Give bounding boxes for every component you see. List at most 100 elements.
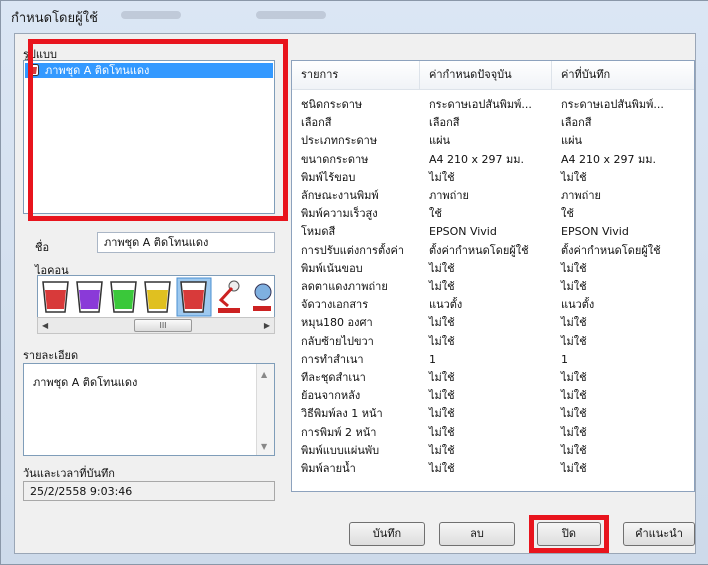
details-textarea[interactable]: ภาพชุด A ติดโทนแดง ▲ ▼ [23,363,275,456]
scroll-left-icon[interactable]: ◀ [42,321,48,330]
highlight-frame-format [28,39,288,221]
icon-scrollbar[interactable]: ◀ III ▶ [37,317,275,334]
row-saved-value: ไม่ใช้ [561,316,587,330]
row-current-value: ไม่ใช้ [429,334,455,348]
row-current-value: EPSON Vivid [429,225,497,239]
row-item-name: การปรับแต่งการตั้งค่า [301,243,405,257]
scroll-right-icon[interactable]: ▶ [264,321,270,330]
row-current-value: ไม่ใช้ [429,425,455,439]
name-label: ชื่อ [35,241,50,254]
scroll-down-icon[interactable]: ▼ [261,442,267,451]
row-saved-value: ตั้งค่ากำหนดโดยผู้ใช้ [561,243,661,257]
scroll-up-icon[interactable]: ▲ [261,370,267,379]
row-current-value: ไม่ใช้ [429,462,455,475]
row-saved-value: ไม่ใช้ [561,389,587,403]
column-header-item[interactable]: รายการ [292,61,420,89]
row-current-value: ตั้งค่ากำหนดโดยผู้ใช้ [429,243,529,257]
row-saved-value: ภาพถ่าย [561,189,601,202]
row-item-name: การทำสำเนา [301,352,364,366]
table-header: รายการ ค่ากำหนดปัจจุบัน ค่าที่บันทึก [292,61,694,90]
table-row: การปรับแต่งการตั้งค่า ตั้งค่ากำหนดโดยผู้ใ… [292,243,694,259]
row-item-name: โหมดสี [301,225,336,239]
row-item-name: พิมพ์ลายน้ำ [301,462,356,475]
row-item-name: ย้อนจากหลัง [301,389,361,403]
delete-button[interactable]: ลบ [439,522,515,546]
row-current-value: ไม่ใช้ [429,443,455,457]
row-item-name: พิมพ์เน้นขอบ [301,261,363,275]
row-saved-value: 1 [561,352,568,366]
table-row: หมุน180 องศา ไม่ใช้ ไม่ใช้ [292,315,694,331]
scroll-thumb[interactable]: III [134,319,192,332]
row-saved-value: EPSON Vivid [561,225,629,239]
row-saved-value: ใช้ [561,207,574,221]
row-saved-value: ไม่ใช้ [561,462,587,475]
table-row: จัดวางเอกสาร แนวตั้ง แนวตั้ง [292,297,694,313]
name-field[interactable]: ภาพชุด A ติดโทนแดง [97,232,275,253]
dialog-window: กำหนดโดยผู้ใช้ รูปแบบ ภาพชุด A ติดโทนแดง… [0,0,708,565]
row-saved-value: ไม่ใช้ [561,371,587,384]
table-row: กลับซ้ายไปขวา ไม่ใช้ ไม่ใช้ [292,334,694,350]
row-item-name: ทีละชุดสำเนา [301,371,366,384]
saved-datetime-field: 25/2/2558 9:03:46 [23,481,275,501]
row-saved-value: A4 210 x 297 มม. [561,152,657,166]
settings-table: รายการ ค่ากำหนดปัจจุบัน ค่าที่บันทึก ชนิ… [291,60,695,492]
row-item-name: เลือกสี [301,116,332,130]
row-saved-value: แผ่น [561,134,583,148]
row-current-value: กระดาษเอปสันพิมพ์... [429,98,532,111]
window-title: กำหนดโดยผู้ใช้ [11,11,98,26]
row-current-value: 1 [429,352,436,366]
row-current-value: แนวตั้ง [429,298,463,312]
highlight-frame-close [529,515,609,553]
cup-icon-red [42,281,69,313]
table-row: ชนิดกระดาษ กระดาษเอปสันพิมพ์... กระดาษเอปส… [292,97,694,113]
cup-icon-purple [76,281,103,313]
row-saved-value: เลือกสี [561,116,592,130]
table-row: วิธีพิมพ์ลง 1 หน้า ไม่ใช้ ไม่ใช้ [292,406,694,422]
row-current-value: ไม่ใช้ [429,280,455,293]
row-item-name: จัดวางเอกสาร [301,298,369,312]
icon-picker[interactable] [37,275,275,318]
table-row: ลดตาแดงภาพถ่าย ไม่ใช้ ไม่ใช้ [292,279,694,295]
table-row: พิมพ์ความเร็วสูง ใช้ ใช้ [292,206,694,222]
table-row: พิมพ์เน้นขอบ ไม่ใช้ ไม่ใช้ [292,261,694,277]
table-row: ย้อนจากหลัง ไม่ใช้ ไม่ใช้ [292,388,694,404]
background-blur-1 [121,11,181,19]
row-item-name: พิมพ์แบบแผ่นพับ [301,443,380,457]
table-row: เลือกสี เลือกสี เลือกสี [292,115,694,131]
row-current-value: ไม่ใช้ [429,170,455,184]
row-current-value: แผ่น [429,134,451,148]
row-item-name: พิมพ์ความเร็วสูง [301,207,378,221]
row-item-name: วิธีพิมพ์ลง 1 หน้า [301,407,383,421]
row-item-name: การพิมพ์ 2 หน้า [301,425,377,439]
globe-icon [253,283,272,311]
cup-icon-red-selected [180,281,207,313]
row-item-name: ลักษณะงานพิมพ์ [301,189,379,202]
column-header-current[interactable]: ค่ากำหนดปัจจุบัน [420,61,552,89]
table-row: ลักษณะงานพิมพ์ ภาพถ่าย ภาพถ่าย [292,188,694,204]
help-button[interactable]: คำแนะนำ [623,522,695,546]
row-current-value: ภาพถ่าย [429,189,469,202]
row-current-value: A4 210 x 297 มม. [429,152,525,166]
save-button[interactable]: บันทึก [349,522,425,546]
row-current-value: ไม่ใช้ [429,407,455,421]
icon-choices [42,277,272,317]
table-row: พิมพ์ลายน้ำ ไม่ใช้ ไม่ใช้ [292,461,694,477]
row-current-value: ไม่ใช้ [429,261,455,275]
row-current-value: ไม่ใช้ [429,316,455,330]
row-saved-value: กระดาษเอปสันพิมพ์... [561,98,664,111]
row-saved-value: ไม่ใช้ [561,443,587,457]
title-bar: กำหนดโดยผู้ใช้ [1,1,708,33]
column-header-saved[interactable]: ค่าที่บันทึก [552,61,694,89]
row-current-value: ไม่ใช้ [429,389,455,403]
row-item-name: ลดตาแดงภาพถ่าย [301,280,388,293]
row-item-name: หมุน180 องศา [301,316,373,330]
cup-icon-green [110,281,137,313]
row-current-value: ไม่ใช้ [429,371,455,384]
table-row: โหมดสี EPSON Vivid EPSON Vivid [292,224,694,240]
table-row: ขนาดกระดาษ A4 210 x 297 มม. A4 210 x 297 ม… [292,152,694,168]
row-item-name: ประเภทกระดาษ [301,134,378,148]
row-saved-value: แนวตั้ง [561,298,595,312]
table-row: ประเภทกระดาษ แผ่น แผ่น [292,133,694,149]
details-scrollbar[interactable]: ▲ ▼ [256,364,274,455]
details-label: รายละเอียด [23,349,79,362]
